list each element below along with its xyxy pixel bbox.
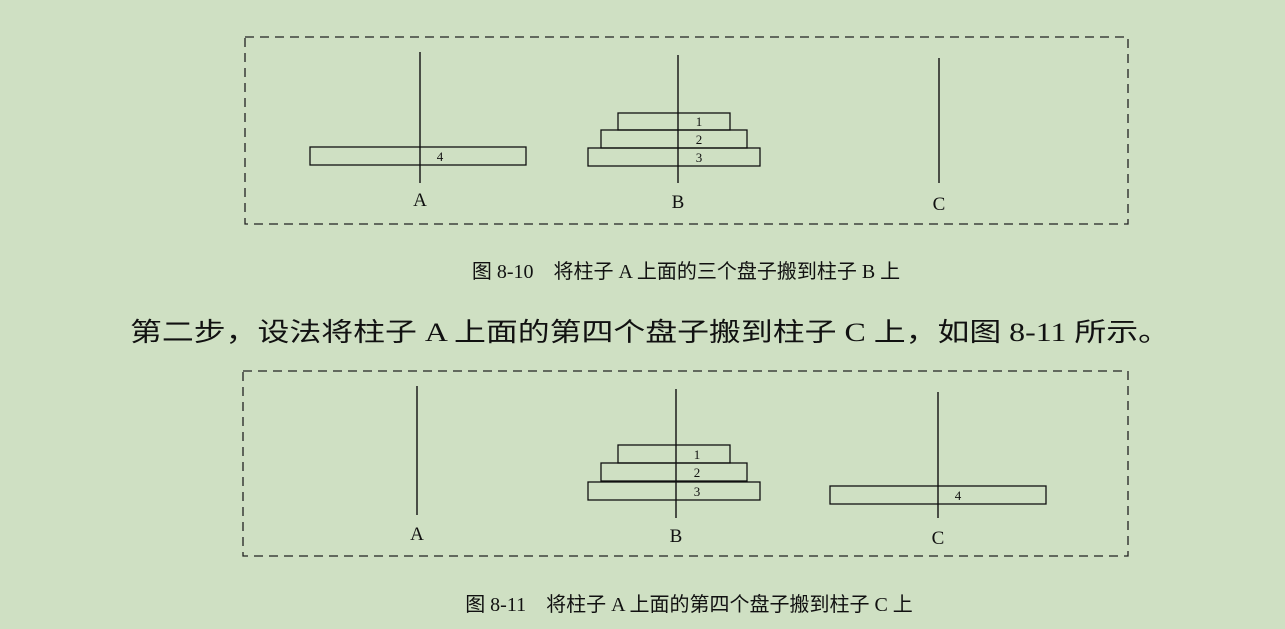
disk-label-4: 4 [955, 488, 962, 503]
disk-2 [600, 129, 748, 149]
page-canvas: A B C 4 1 2 3 图 8-10 将柱子 A 上面的三个盘子搬到柱子 B… [130, 36, 1170, 616]
peg-label-b: B [672, 192, 685, 213]
peg-label-c: C [932, 528, 945, 549]
disk-1 [617, 112, 731, 131]
peg-label-b: B [670, 526, 683, 547]
peg-label-a: A [413, 190, 427, 211]
peg-label-a: A [410, 524, 424, 545]
disk-label-1: 1 [694, 447, 701, 462]
disk-label-3: 3 [696, 150, 703, 165]
disk-4 [309, 146, 527, 166]
disk-label-4: 4 [437, 149, 444, 164]
disk-3 [587, 147, 761, 167]
disk-3 [587, 481, 761, 501]
figure-8-11: A B C 1 2 3 4 [242, 370, 1129, 557]
figure-caption-8-10: 图 8-10 将柱子 A 上面的三个盘子搬到柱子 B 上 [472, 260, 900, 283]
disk-2 [600, 462, 748, 482]
figure-8-10: A B C 4 1 2 3 [244, 36, 1129, 225]
disk-label-3: 3 [694, 484, 701, 499]
disk-label-2: 2 [696, 132, 703, 147]
disk-label-2: 2 [694, 465, 701, 480]
peg-label-c: C [933, 194, 946, 215]
disk-label-1: 1 [696, 114, 703, 129]
figure-caption-8-11: 图 8-11 将柱子 A 上面的第四个盘子搬到柱子 C 上 [465, 593, 913, 616]
disk-1 [617, 444, 731, 464]
body-paragraph: 第二步，设法将柱子 A 上面的第四个盘子搬到柱子 C 上，如图 8-11 所示。 [130, 318, 1170, 347]
